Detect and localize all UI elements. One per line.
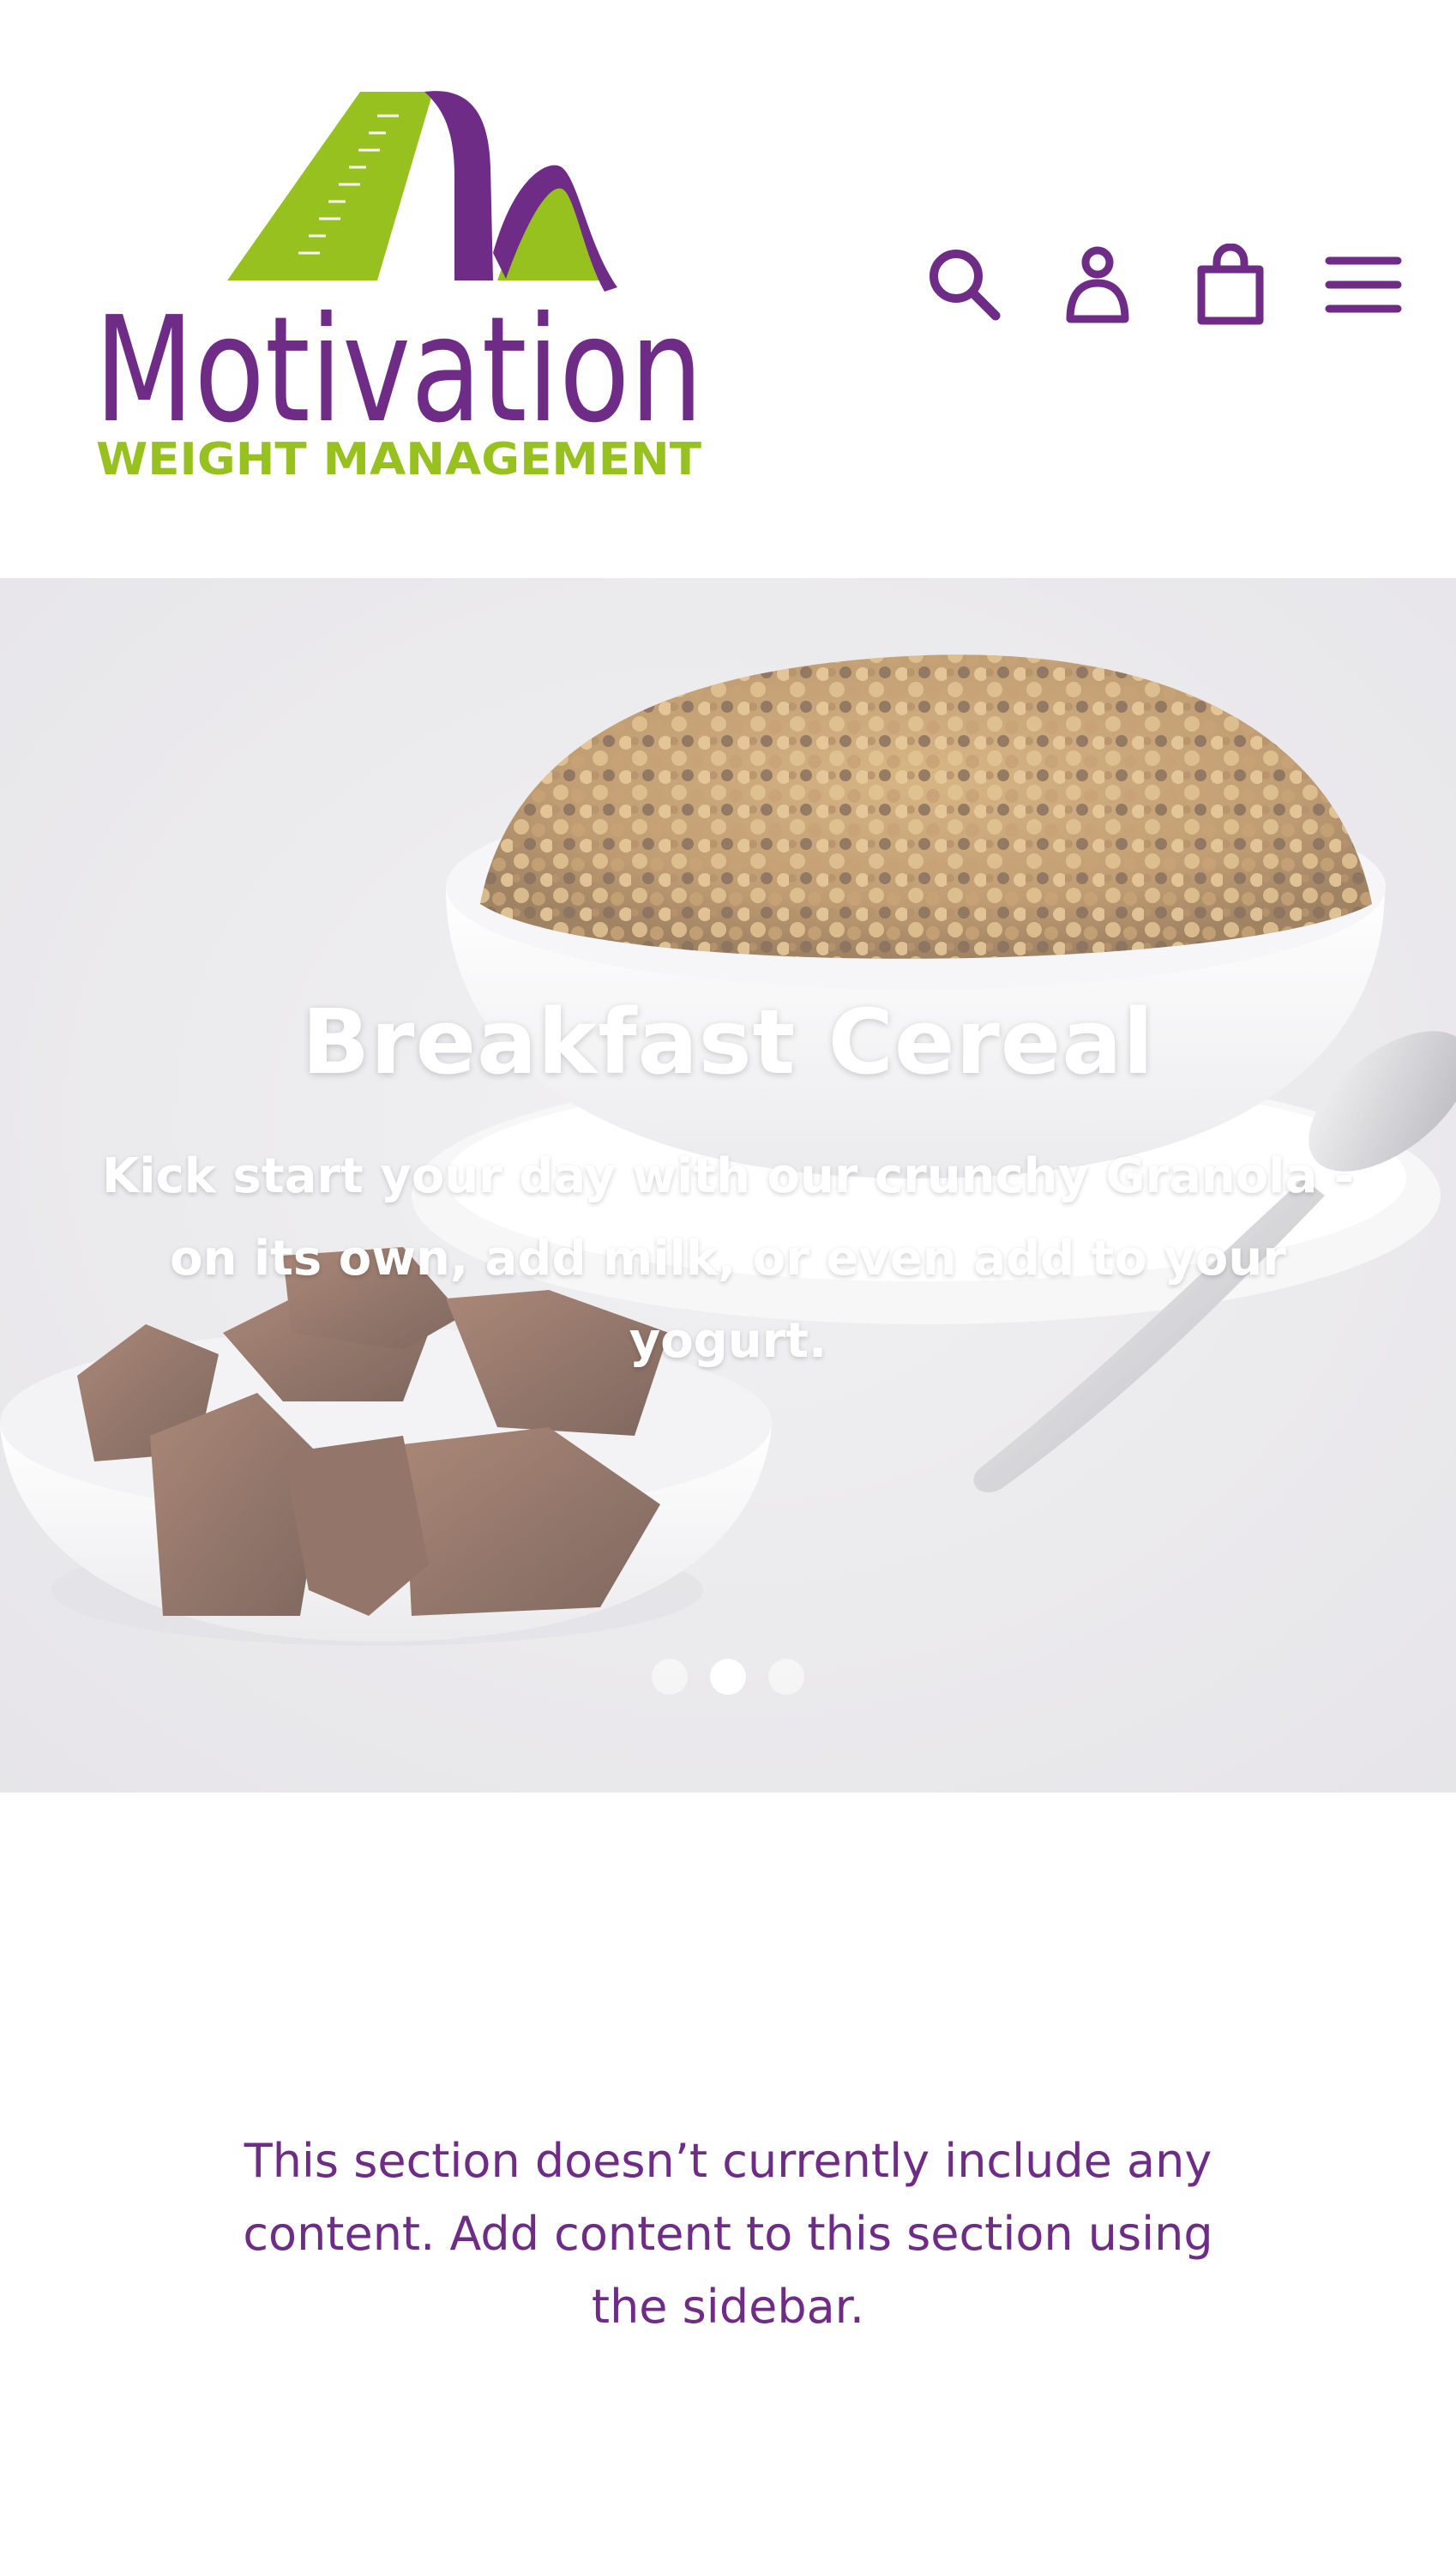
logo-wordmark: Motivation	[94, 286, 703, 455]
hero-caption: Breakfast Cereal Kick start your day wit…	[0, 578, 1456, 1793]
hero-slideshow[interactable]: Breakfast Cereal Kick start your day wit…	[0, 578, 1456, 1793]
cart-button[interactable]	[1179, 233, 1282, 336]
hero-subtitle: Kick start your day with our crunchy Gra…	[102, 1148, 1354, 1369]
account-button[interactable]	[1046, 233, 1149, 336]
empty-section: This section doesn’t currently include a…	[0, 1793, 1456, 2549]
hero-title: Breakfast Cereal	[301, 990, 1155, 1094]
cart-icon	[1197, 244, 1264, 325]
header-icons	[913, 233, 1415, 336]
search-icon	[930, 250, 1001, 321]
site-header: Motivation WEIGHT MANAGEMENT	[0, 0, 1456, 578]
logo[interactable]: Motivation WEIGHT MANAGEMENT	[94, 81, 712, 485]
search-button[interactable]	[913, 233, 1016, 336]
account-icon	[1066, 246, 1129, 323]
logo-tagline: WEIGHT MANAGEMENT	[96, 434, 702, 485]
empty-section-message: This section doesn’t currently include a…	[243, 2134, 1213, 2334]
slide-dot-1[interactable]	[652, 1659, 688, 1695]
menu-icon	[1325, 256, 1402, 313]
page: Motivation WEIGHT MANAGEMENT Breakfast C…	[0, 0, 1456, 2549]
slide-dots	[0, 1659, 1456, 1695]
menu-button[interactable]	[1312, 233, 1415, 336]
slide-dot-3[interactable]	[768, 1659, 804, 1695]
slide-dot-2[interactable]	[710, 1659, 746, 1695]
